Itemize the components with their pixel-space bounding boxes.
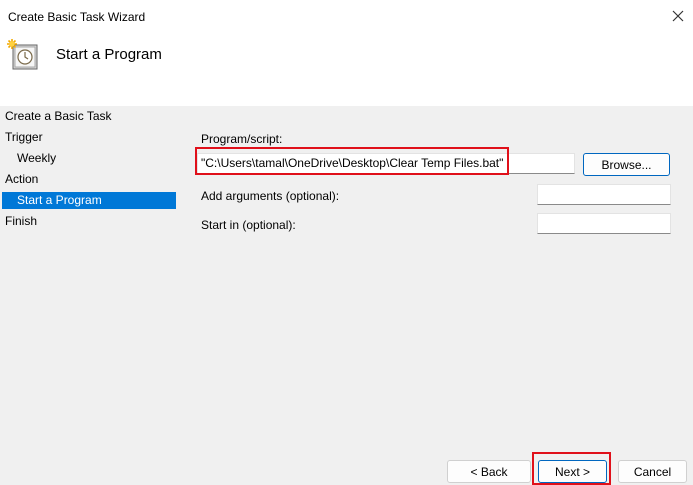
window-title: Create Basic Task Wizard <box>8 10 146 24</box>
nav-step-weekly: Weekly <box>17 151 57 165</box>
close-icon <box>672 10 684 22</box>
nav-step-start-a-program: Start a Program <box>2 192 176 209</box>
nav-step-create-basic-task: Create a Basic Task <box>5 109 112 123</box>
nav-step-start-a-program-label: Start a Program <box>17 193 102 207</box>
start-in-input[interactable] <box>537 213 671 234</box>
program-script-label: Program/script: <box>201 132 283 146</box>
wizard-header: Start a Program <box>0 32 693 106</box>
page-title: Start a Program <box>56 46 162 63</box>
nav-step-action: Action <box>5 172 39 186</box>
title-bar: Create Basic Task Wizard <box>0 0 693 33</box>
add-arguments-label: Add arguments (optional): <box>201 189 340 203</box>
highlight-box-next <box>532 452 611 485</box>
cancel-button[interactable]: Cancel <box>618 460 687 483</box>
back-button[interactable]: < Back <box>447 460 531 483</box>
close-button[interactable] <box>663 0 693 32</box>
start-in-label: Start in (optional): <box>201 218 296 232</box>
browse-button[interactable]: Browse... <box>583 153 670 176</box>
highlight-box-program <box>195 147 509 175</box>
nav-step-finish: Finish <box>5 214 38 228</box>
add-arguments-input[interactable] <box>537 184 671 205</box>
nav-step-trigger: Trigger <box>5 130 43 144</box>
task-scheduler-clock-icon <box>7 39 38 70</box>
